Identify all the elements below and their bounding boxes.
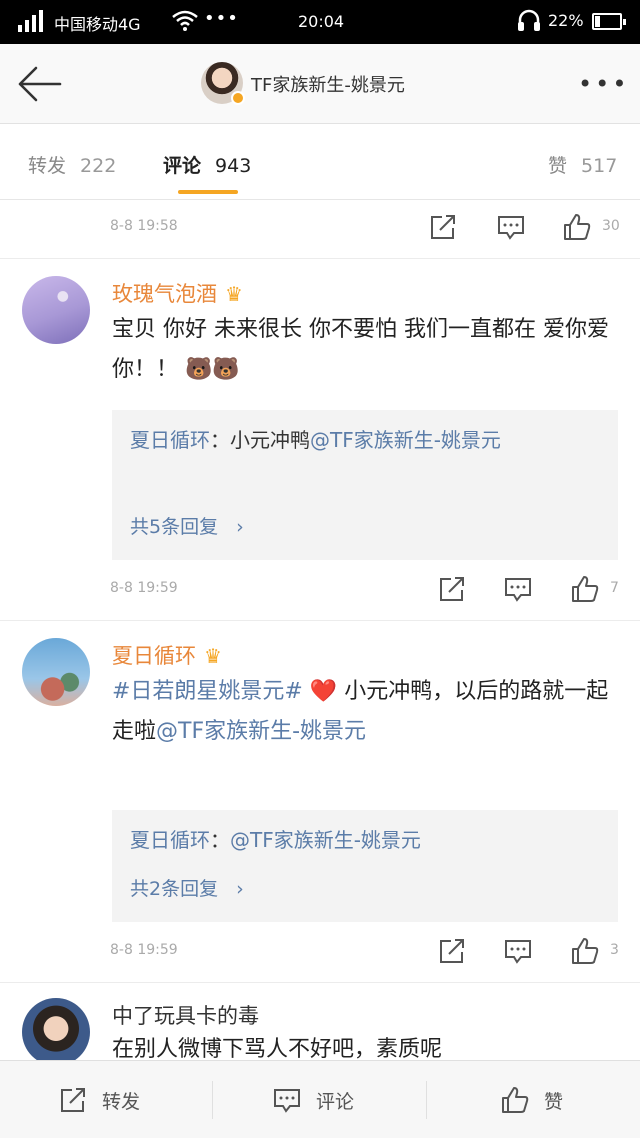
username-text: 中了玩具卡的毒 xyxy=(112,1004,259,1028)
like-icon[interactable] xyxy=(570,574,600,604)
tab-bar: 转发 222 评论 943 赞 517 xyxy=(0,124,640,200)
reply-preview-box[interactable]: 夏日循环：小元冲鸭@TF家族新生-姚景元 共5条回复 › xyxy=(112,410,618,560)
reply-preview-text: 夏日循环：小元冲鸭@TF家族新生-姚景元 xyxy=(130,420,600,460)
avatar[interactable] xyxy=(22,638,90,706)
view-replies-label: 共5条回复 xyxy=(130,516,219,538)
reply-mention-link[interactable]: @TF家族新生-姚景元 xyxy=(230,828,421,852)
comment-actions-row: 8-8 19:59 7 xyxy=(0,562,640,620)
comment-username[interactable]: 中了玩具卡的毒 xyxy=(112,1000,259,1030)
emoji-icon: 🐻🐻 xyxy=(185,357,240,382)
view-replies-label: 共2条回复 xyxy=(130,878,219,900)
comment-button[interactable]: 评论 xyxy=(272,1061,354,1138)
tab-likes-count: 517 xyxy=(581,155,618,177)
like-label: 赞 xyxy=(544,1090,564,1113)
divider xyxy=(212,1081,213,1119)
comment-body: 在别人微博下骂人不好吧，素质呢 xyxy=(112,1037,443,1060)
more-notifications-icon: ••• xyxy=(204,8,239,29)
carrier-label: 中国移动4G xyxy=(54,15,141,34)
like-button[interactable]: 赞 xyxy=(500,1061,563,1138)
divider xyxy=(0,258,640,259)
comment-text: 在别人微博下骂人不好吧，素质呢 xyxy=(112,1030,616,1060)
mention-link[interactable]: @TF家族新生-姚景元 xyxy=(156,719,366,744)
divider xyxy=(0,982,640,983)
comment-text: #日若朗星姚景元# ❤️ 小元冲鸭，以后的路就一起走啦@TF家族新生-姚景元 xyxy=(112,672,616,752)
comment-icon[interactable] xyxy=(496,212,526,242)
headset-icon xyxy=(518,9,540,31)
tab-comments-label: 评论 xyxy=(163,155,202,177)
reply-username[interactable]: 夏日循环 xyxy=(130,428,210,452)
tab-reposts-label: 转发 xyxy=(28,155,67,177)
heart-icon: ❤️ xyxy=(309,679,338,704)
comment-timestamp: 8-8 19:59 xyxy=(110,580,178,596)
comment-icon xyxy=(274,1089,300,1113)
reply-text: ： xyxy=(210,828,230,852)
comment-timestamp: 8-8 19:59 xyxy=(110,942,178,958)
view-replies-link[interactable]: 共2条回复 › xyxy=(130,874,244,901)
comment-label: 评论 xyxy=(316,1090,355,1113)
like-count: 7 xyxy=(610,580,619,596)
bottom-action-bar: 转发 评论 赞 xyxy=(0,1060,640,1138)
crown-icon: ♛ xyxy=(204,644,222,668)
active-tab-indicator xyxy=(178,190,238,194)
tab-comments[interactable]: 评论 943 xyxy=(163,151,251,178)
chevron-right-icon: › xyxy=(236,878,244,900)
like-icon[interactable] xyxy=(570,936,600,966)
tab-likes-label: 赞 xyxy=(548,155,568,177)
page-title[interactable]: TF家族新生-姚景元 xyxy=(251,71,405,97)
comment-username[interactable]: 玫瑰气泡酒 ♛ xyxy=(112,278,243,308)
more-options-icon[interactable]: ••• xyxy=(578,70,629,98)
divider xyxy=(426,1081,427,1119)
tab-reposts[interactable]: 转发 222 xyxy=(28,151,116,178)
nav-header: TF家族新生-姚景元 ••• xyxy=(0,44,640,124)
comment-actions-row: 8-8 19:58 30 xyxy=(0,200,640,258)
share-icon[interactable] xyxy=(437,574,467,604)
clock: 20:04 xyxy=(298,12,345,31)
view-replies-link[interactable]: 共5条回复 › xyxy=(130,512,244,539)
reply-text: ：小元冲鸭 xyxy=(210,428,310,452)
divider xyxy=(0,620,640,621)
comment-icon[interactable] xyxy=(503,936,533,966)
status-bar: 中国移动4G ••• 20:04 22% xyxy=(0,0,640,44)
like-icon[interactable] xyxy=(562,212,592,242)
comment-username[interactable]: 夏日循环 ♛ xyxy=(112,640,222,670)
reply-preview-box[interactable]: 夏日循环：@TF家族新生-姚景元 共2条回复 › xyxy=(112,810,618,922)
wifi-icon xyxy=(172,10,198,31)
signal-icon xyxy=(18,10,48,32)
back-arrow-icon[interactable] xyxy=(14,62,64,106)
hashtag-link[interactable]: #日若朗星姚景元# xyxy=(112,679,303,704)
username-text: 夏日循环 xyxy=(112,644,196,668)
reply-username[interactable]: 夏日循环 xyxy=(130,828,210,852)
reply-mention-link[interactable]: @TF家族新生-姚景元 xyxy=(310,428,501,452)
avatar[interactable] xyxy=(22,276,90,344)
reply-preview-text: 夏日循环：@TF家族新生-姚景元 xyxy=(130,820,600,860)
battery-icon xyxy=(592,13,626,30)
username-text: 玫瑰气泡酒 xyxy=(112,282,217,306)
tab-likes[interactable]: 赞 517 xyxy=(548,151,617,178)
chevron-right-icon: › xyxy=(236,516,244,538)
comment-text: 宝贝 你好 未来很长 你不要怕 我们一直都在 爱你爱你！！ 🐻🐻 xyxy=(112,310,616,390)
battery-percent: 22% xyxy=(548,11,584,30)
like-count: 3 xyxy=(610,942,619,958)
repost-label: 转发 xyxy=(102,1090,141,1113)
verified-badge-icon xyxy=(231,91,245,105)
share-icon xyxy=(61,1088,85,1112)
comment-timestamp: 8-8 19:58 xyxy=(110,218,178,234)
crown-icon: ♛ xyxy=(225,282,243,306)
like-icon xyxy=(502,1087,529,1113)
comment-actions-row: 8-8 19:59 3 xyxy=(0,924,640,982)
like-count: 30 xyxy=(602,218,620,234)
avatar[interactable] xyxy=(22,998,90,1066)
repost-button[interactable]: 转发 xyxy=(58,1061,140,1138)
share-icon[interactable] xyxy=(437,936,467,966)
comment-icon[interactable] xyxy=(503,574,533,604)
tab-reposts-count: 222 xyxy=(80,155,117,177)
tab-comments-count: 943 xyxy=(215,155,252,177)
share-icon[interactable] xyxy=(428,212,458,242)
